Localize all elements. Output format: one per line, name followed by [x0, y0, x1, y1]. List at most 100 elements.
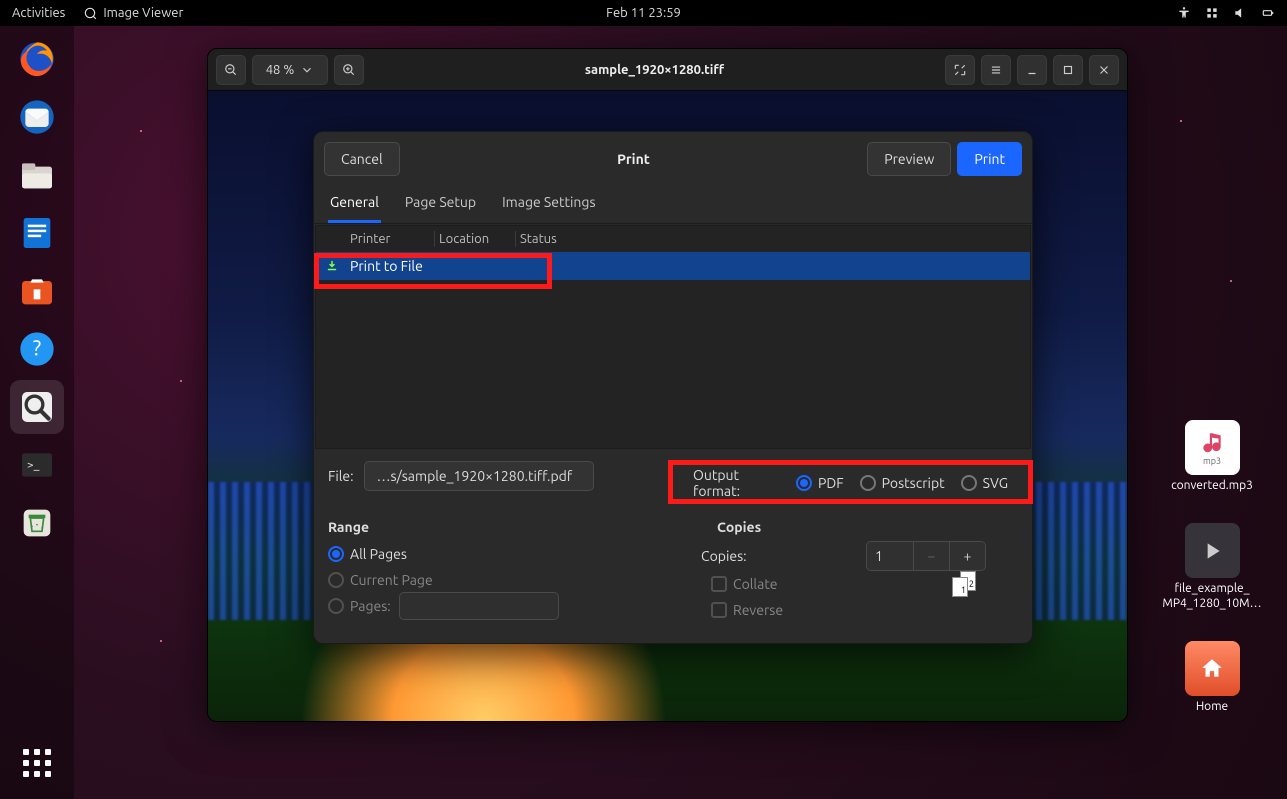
output-format-svg[interactable]: SVG — [961, 475, 1008, 491]
range-pages[interactable]: Pages: — [328, 593, 653, 619]
audio-file-icon: mp3 — [1185, 420, 1240, 475]
apps-grid-icon — [23, 749, 51, 777]
copies-label: Copies: — [701, 548, 747, 564]
tab-general[interactable]: General — [328, 186, 381, 223]
chevron-down-icon — [300, 63, 314, 77]
tab-page-setup[interactable]: Page Setup — [403, 186, 478, 223]
desktop-file-label: file_example_ MP4_1280_10M… — [1162, 582, 1261, 611]
download-icon — [326, 260, 338, 272]
copies-value[interactable]: 1 — [867, 542, 913, 570]
copies-spinner: 1 − + — [866, 541, 986, 571]
ubuntu-software-icon — [17, 271, 57, 311]
dialog-title: Print — [400, 151, 868, 167]
dialog-header: Cancel Print Preview Print — [314, 132, 1032, 186]
output-format-postscript[interactable]: Postscript — [860, 475, 945, 491]
ubuntu-dock: ? >_ — [0, 26, 74, 799]
col-printer[interactable]: Printer — [348, 232, 430, 246]
printer-list-header: Printer Location Status — [316, 226, 1030, 252]
dock-help[interactable]: ? — [10, 322, 64, 376]
show-applications-button[interactable] — [10, 741, 64, 785]
clock[interactable]: Feb 11 23:59 — [606, 6, 681, 20]
desktop-file-label: converted.mp3 — [1171, 479, 1253, 493]
range-current-page[interactable]: Current Page — [328, 567, 653, 593]
image-viewer-icon — [83, 6, 97, 20]
window-minimize-button[interactable] — [1017, 55, 1047, 85]
terminal-icon: >_ — [17, 445, 57, 485]
range-all-pages[interactable]: All Pages — [328, 541, 653, 567]
window-maximize-button[interactable] — [1053, 55, 1083, 85]
active-app-menu[interactable]: Image Viewer — [83, 6, 183, 20]
pages-input[interactable] — [399, 592, 559, 620]
window-header: 48 % sample_1920×1280.tiff — [208, 49, 1127, 91]
image-viewer-app-icon — [17, 387, 57, 427]
collate-checkbox[interactable]: Collate 2 1 — [693, 571, 1018, 597]
svg-text:>_: >_ — [27, 458, 40, 471]
radio-icon — [328, 546, 344, 562]
files-icon — [17, 155, 57, 195]
fullscreen-button[interactable] — [945, 55, 975, 85]
dock-software[interactable] — [10, 264, 64, 318]
dialog-tabs: General Page Setup Image Settings — [314, 186, 1032, 224]
activities-button[interactable]: Activities — [12, 6, 65, 20]
col-location[interactable]: Location — [439, 232, 511, 246]
col-status[interactable]: Status — [520, 232, 1030, 246]
reverse-checkbox[interactable]: Reverse — [693, 597, 1018, 623]
trash-icon — [17, 503, 57, 543]
range-title: Range — [328, 519, 653, 535]
zoom-in-button[interactable] — [334, 55, 364, 85]
output-format-label: Output format: — [693, 467, 780, 499]
cancel-button[interactable]: Cancel — [324, 142, 400, 176]
collate-icon: 2 1 — [952, 571, 978, 597]
dock-thunderbird[interactable] — [10, 90, 64, 144]
active-app-name: Image Viewer — [103, 6, 183, 20]
help-icon: ? — [17, 329, 57, 369]
volume-icon — [1233, 6, 1247, 20]
thunderbird-icon — [17, 97, 57, 137]
radio-icon — [328, 598, 344, 614]
radio-icon — [961, 475, 977, 491]
printer-list: Printer Location Status Print to File — [315, 225, 1031, 449]
gnome-top-bar: Activities Image Viewer Feb 11 23:59 — [0, 0, 1287, 26]
print-dialog: Cancel Print Preview Print General Page … — [313, 131, 1033, 644]
zoom-level-menu[interactable]: 48 % — [252, 55, 328, 85]
svg-text:?: ? — [33, 337, 41, 361]
home-folder-icon — [1185, 641, 1240, 696]
window-close-button[interactable] — [1089, 55, 1119, 85]
libreoffice-writer-icon — [17, 213, 57, 253]
print-button[interactable]: Print — [957, 142, 1022, 176]
copies-title: Copies — [693, 519, 1018, 535]
network-icon — [1205, 6, 1219, 20]
desktop-home-folder[interactable]: Home — [1162, 641, 1262, 714]
checkbox-icon — [711, 602, 727, 618]
accessibility-icon — [1177, 6, 1191, 20]
video-file-icon — [1185, 523, 1240, 578]
status-area[interactable] — [1177, 6, 1275, 20]
preview-button[interactable]: Preview — [867, 142, 951, 176]
hamburger-menu-button[interactable] — [981, 55, 1011, 85]
dock-trash[interactable] — [10, 496, 64, 550]
dock-writer[interactable] — [10, 206, 64, 260]
dock-firefox[interactable] — [10, 32, 64, 86]
file-label: File: — [328, 468, 354, 484]
dock-image-viewer[interactable] — [10, 380, 64, 434]
output-format-pdf[interactable]: PDF — [796, 475, 844, 491]
printer-row-print-to-file[interactable]: Print to File — [316, 252, 1030, 280]
copies-decrement[interactable]: − — [913, 542, 949, 570]
output-file-button[interactable]: …s/sample_1920×1280.tiff.pdf — [364, 461, 594, 491]
printer-name: Print to File — [348, 258, 423, 274]
tab-image-settings[interactable]: Image Settings — [500, 186, 597, 223]
desktop-file-label: Home — [1196, 700, 1228, 714]
zoom-level-value: 48 % — [266, 63, 295, 77]
output-file-value: …s/sample_1920×1280.tiff.pdf — [377, 468, 573, 484]
power-icon — [1261, 6, 1275, 20]
desktop-file-converted-mp3[interactable]: mp3 converted.mp3 — [1162, 420, 1262, 493]
zoom-out-button[interactable] — [216, 55, 246, 85]
dock-terminal[interactable]: >_ — [10, 438, 64, 492]
printer-list-empty-area[interactable] — [316, 280, 1030, 448]
copies-increment[interactable]: + — [949, 542, 985, 570]
radio-icon — [860, 475, 876, 491]
dock-files[interactable] — [10, 148, 64, 202]
firefox-icon — [17, 39, 57, 79]
checkbox-icon — [711, 576, 727, 592]
desktop-file-video[interactable]: file_example_ MP4_1280_10M… — [1162, 523, 1262, 611]
